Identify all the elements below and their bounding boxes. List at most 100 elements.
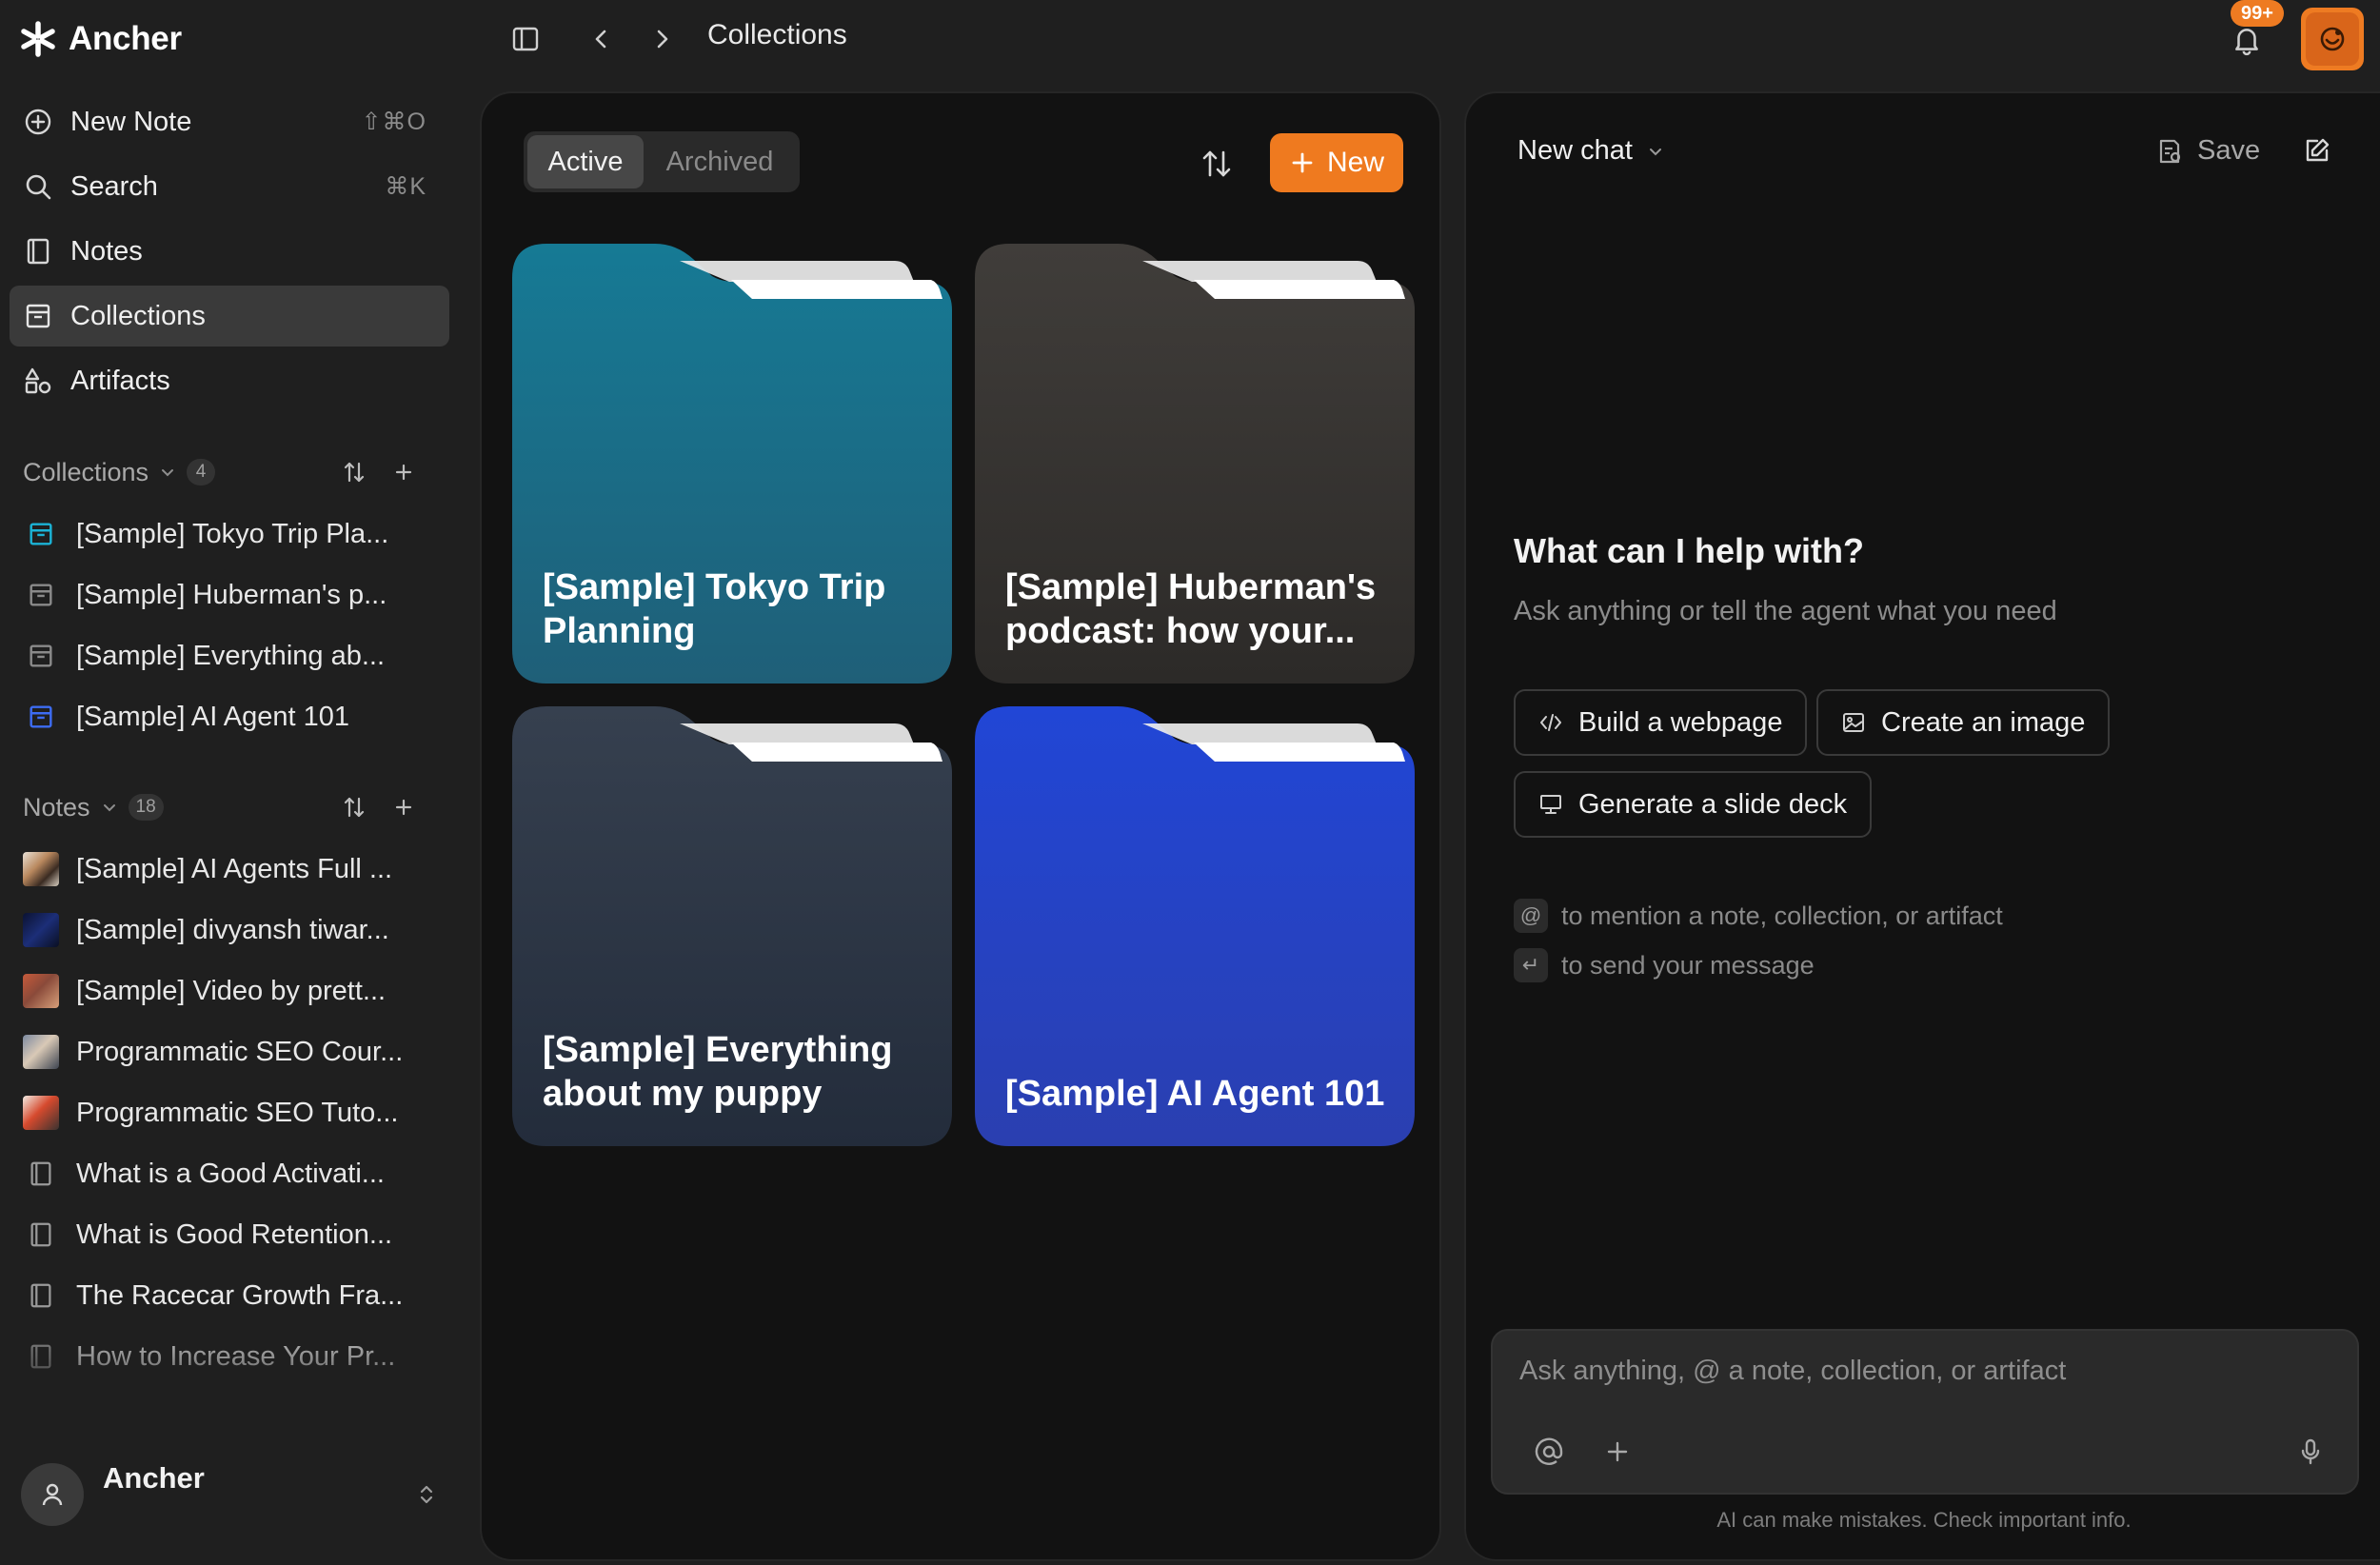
add-attachment-icon[interactable]: [1601, 1436, 1634, 1468]
collection-item[interactable]: [Sample] Everything ab...: [23, 633, 423, 679]
user-profile-switcher[interactable]: Ancher: [21, 1456, 449, 1533]
app-logo[interactable]: Ancher: [19, 17, 182, 61]
notification-count-badge: 99+: [2231, 0, 2284, 27]
suggestion-label: Build a webpage: [1578, 706, 1783, 738]
notebook-icon: [30, 1283, 51, 1308]
suggestion-create-image[interactable]: Create an image: [1816, 689, 2111, 756]
collection-card[interactable]: [Sample] AI Agent 101: [975, 706, 1415, 1146]
chevron-down-icon: [162, 469, 174, 477]
plus-circle-icon: [25, 109, 51, 135]
chat-title: New chat: [1517, 135, 1633, 166]
shapes-icon: [25, 367, 51, 394]
nav-label: Collections: [70, 300, 206, 331]
archive-box-icon: [26, 304, 50, 328]
image-icon: [1843, 713, 1864, 732]
asterisk-logo-icon: [21, 21, 55, 57]
send-hint: ↵ to send your message: [1514, 948, 1815, 982]
nav-collections[interactable]: Collections: [10, 286, 449, 347]
new-chat-edit-icon[interactable]: [2302, 135, 2332, 166]
ai-disclaimer: AI can make mistakes. Check important in…: [1716, 1508, 2132, 1532]
nav-search[interactable]: Search ⌘K: [10, 156, 449, 217]
note-label: Programmatic SEO Tuto...: [76, 1097, 399, 1128]
nav-artifacts[interactable]: Artifacts: [10, 350, 449, 411]
notebook-icon: [30, 1344, 51, 1369]
note-label: [Sample] divyansh tiwar...: [76, 914, 389, 945]
note-item[interactable]: The Racecar Growth Fra...: [23, 1273, 423, 1318]
bell-icon: [2235, 29, 2258, 56]
collection-card[interactable]: [Sample] Huberman's podcast: how your...: [975, 244, 1415, 683]
microphone-icon[interactable]: [2294, 1436, 2327, 1468]
collection-card-title: [Sample] Tokyo Trip Planning: [543, 567, 886, 651]
hint-text: to mention a note, collection, or artifa…: [1561, 901, 2003, 930]
note-item[interactable]: [Sample] Video by prett...: [23, 968, 423, 1014]
enter-key-icon: ↵: [1514, 948, 1548, 982]
add-note-icon[interactable]: [389, 793, 418, 822]
nav-notes[interactable]: Notes: [10, 221, 449, 282]
collection-card[interactable]: [Sample] Everything about my puppy: [512, 706, 952, 1146]
save-note-icon: [2159, 139, 2181, 163]
archive-box-icon: [30, 523, 52, 545]
suggestion-label: Generate a slide deck: [1578, 788, 1848, 820]
chat-heading: What can I help with?: [1514, 531, 1864, 570]
suggestion-generate-slide-deck[interactable]: Generate a slide deck: [1514, 771, 1873, 838]
active-archived-toggle: Active Archived: [524, 131, 800, 192]
note-item[interactable]: [Sample] divyansh tiwar...: [23, 907, 423, 953]
note-item[interactable]: What is a Good Activati...: [23, 1151, 423, 1197]
app-name: Ancher: [69, 20, 182, 57]
user-name: Ancher: [103, 1461, 205, 1495]
chevron-down-icon: [1649, 148, 1661, 155]
tab-archived[interactable]: Archived: [647, 135, 792, 188]
chat-input[interactable]: Ask anything, @ a note, collection, or a…: [1519, 1356, 2066, 1387]
note-item[interactable]: How to Increase Your Pr...: [23, 1334, 423, 1379]
video-thumbnail: [23, 974, 59, 1008]
notebook-icon: [30, 1161, 51, 1186]
note-item[interactable]: What is Good Retention...: [23, 1212, 423, 1258]
chevron-left-icon: [595, 30, 606, 49]
tab-active[interactable]: Active: [527, 135, 644, 188]
nav-label: Artifacts: [70, 365, 170, 396]
note-item[interactable]: [Sample] AI Agents Full ...: [23, 846, 423, 892]
notebook-icon: [27, 238, 50, 265]
note-label: [Sample] AI Agents Full ...: [76, 853, 393, 884]
note-label: The Racecar Growth Fra...: [76, 1279, 404, 1311]
note-item[interactable]: Programmatic SEO Tuto...: [23, 1090, 423, 1136]
avatar: [21, 1463, 84, 1526]
chat-composer[interactable]: Ask anything, @ a note, collection, or a…: [1491, 1329, 2359, 1495]
suggestion-build-webpage[interactable]: Build a webpage: [1514, 689, 1808, 756]
account-menu-button[interactable]: [2301, 8, 2364, 70]
collection-item[interactable]: [Sample] Huberman's p...: [23, 572, 423, 618]
chat-panel: New chat Save What can I help with? Ask …: [1464, 91, 2380, 1561]
notebook-icon: [30, 1222, 51, 1247]
chevron-up-down-icon: [420, 1485, 433, 1504]
new-collection-button[interactable]: New: [1270, 133, 1403, 192]
note-label: What is a Good Activati...: [76, 1158, 385, 1189]
collection-item[interactable]: [Sample] AI Agent 101: [23, 694, 423, 740]
collection-card-title: [Sample] Everything about my puppy: [543, 1030, 893, 1114]
chevron-down-icon: [103, 804, 115, 812]
forward-button[interactable]: [641, 15, 683, 63]
chevron-right-icon: [657, 30, 668, 49]
collection-card[interactable]: [Sample] Tokyo Trip Planning: [512, 244, 952, 683]
note-label: What is Good Retention...: [76, 1218, 393, 1250]
collections-panel: Active Archived New [Sample] Tokyo Trip …: [480, 91, 1441, 1561]
user-avatar-icon: [2320, 27, 2345, 51]
collection-item[interactable]: [Sample] Tokyo Trip Pla...: [23, 511, 423, 557]
chat-selector[interactable]: New chat: [1517, 135, 1665, 167]
archive-box-icon: [30, 584, 52, 606]
collection-card-title: [Sample] AI Agent 101: [1005, 1074, 1385, 1114]
sort-icon[interactable]: [1198, 145, 1236, 183]
note-item[interactable]: Programmatic SEO Cour...: [23, 1029, 423, 1075]
add-collection-icon[interactable]: [389, 458, 418, 486]
back-button[interactable]: [581, 15, 623, 63]
mention-icon[interactable]: [1533, 1436, 1565, 1468]
section-count-badge: 18: [128, 794, 164, 821]
archive-box-icon: [30, 644, 52, 667]
toggle-sidebar-button[interactable]: [503, 15, 548, 63]
sort-icon[interactable]: [340, 458, 368, 486]
save-chat-button[interactable]: Save: [2155, 135, 2260, 167]
collection-label: [Sample] Tokyo Trip Pla...: [76, 518, 389, 549]
collection-card-title: [Sample] Huberman's podcast: how your...: [1005, 567, 1377, 651]
nav-new-note[interactable]: New Note ⇧⌘O: [10, 91, 449, 152]
sort-icon[interactable]: [340, 793, 368, 822]
section-title: Notes: [23, 792, 90, 822]
